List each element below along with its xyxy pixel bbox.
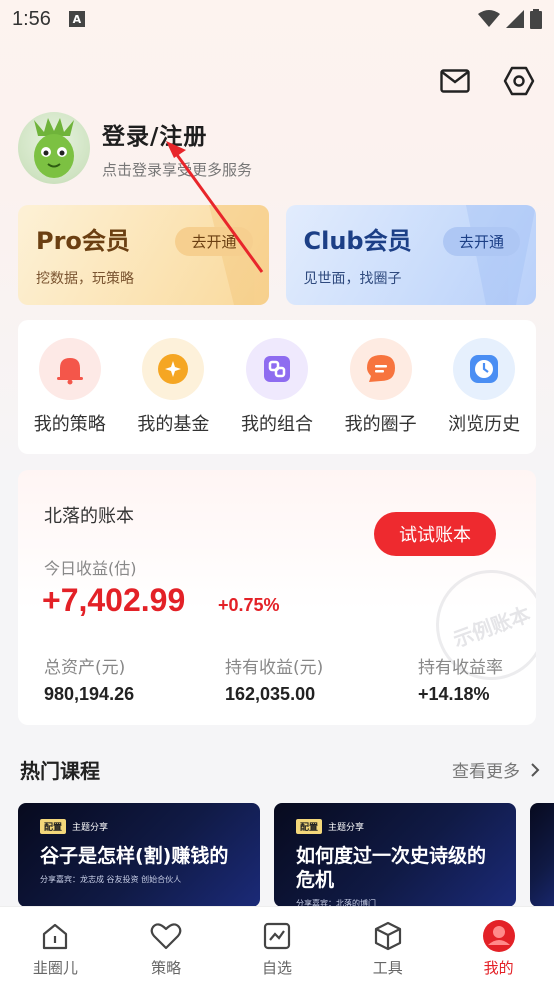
fund-coin-icon bbox=[142, 338, 205, 400]
course-card[interactable]: 配置 主题分享 谷子是怎样(割)赚钱的 分享嘉宾：龙志成 谷友投资 创始合伙人 bbox=[18, 803, 260, 907]
shortcut-my-fund[interactable]: 我的基金 bbox=[125, 338, 221, 454]
home-icon bbox=[38, 919, 72, 953]
tab-label: 工具 bbox=[372, 959, 403, 977]
settings-button[interactable] bbox=[502, 64, 536, 98]
tab-tools[interactable]: 工具 bbox=[348, 919, 428, 984]
tab-strategy[interactable]: 策略 bbox=[126, 919, 206, 984]
course-tag-label: 配置 bbox=[296, 819, 323, 834]
shortcut-grid: 我的策略 我的基金 我的组合 我的圈子 浏览历史 bbox=[18, 320, 536, 454]
box-icon bbox=[371, 919, 405, 953]
shortcut-label: 我的圈子 bbox=[344, 414, 417, 435]
clock-icon bbox=[453, 338, 516, 400]
stat-value: 980,194.26 bbox=[44, 684, 135, 704]
chat-bubble-icon bbox=[349, 338, 412, 400]
avatar-mascot-icon bbox=[34, 118, 74, 178]
profile-icon bbox=[482, 919, 516, 953]
course-guest: 分享嘉宾：龙志成 谷友投资 创始合伙人 bbox=[40, 875, 182, 884]
stat-value: +14.18% bbox=[418, 684, 490, 704]
today-earnings-percent: +0.75% bbox=[218, 595, 280, 615]
shortcut-label: 浏览历史 bbox=[448, 414, 521, 435]
tab-label: 我的 bbox=[483, 959, 514, 977]
login-title[interactable]: 登录/注册 bbox=[102, 117, 252, 151]
stat-label: 总资产(元) bbox=[44, 658, 126, 678]
see-more-link[interactable]: 查看更多 bbox=[452, 757, 540, 782]
course-list: 配置 主题分享 谷子是怎样(割)赚钱的 分享嘉宾：龙志成 谷友投资 创始合伙人 … bbox=[18, 803, 554, 907]
stat-holding-earnings: 持有收益(元) 162,035.00 bbox=[225, 653, 323, 705]
course-tag-label: 配置 bbox=[40, 819, 67, 834]
tab-label: 策略 bbox=[151, 959, 182, 977]
today-earnings-label: 今日收益(估) bbox=[44, 559, 137, 578]
course-topic: 主题分享 bbox=[328, 823, 365, 833]
bottom-tab-bar: 韭圈儿 策略 自选 工具 我的 bbox=[0, 906, 554, 984]
settings-hexagon-icon bbox=[503, 66, 535, 96]
shortcut-label: 我的组合 bbox=[240, 414, 313, 435]
message-button[interactable] bbox=[438, 64, 472, 98]
today-earnings-value: +7,402.99 bbox=[42, 582, 186, 618]
pro-activate-button[interactable]: 去开通 bbox=[175, 227, 253, 256]
login-subtitle: 点击登录享受更多服务 bbox=[102, 160, 253, 179]
stat-label: 持有收益率 bbox=[418, 658, 503, 678]
see-more-label: 查看更多 bbox=[452, 762, 520, 782]
course-title: 如何度过一次史诗级的危机 bbox=[296, 845, 487, 891]
course-card[interactable]: 配置 主题分享 如何度过一次史诗级的危机 分享嘉宾：北落的博门 bbox=[274, 803, 516, 907]
try-account-button[interactable]: 试试账本 bbox=[374, 512, 496, 556]
profile-login[interactable]: 登录/注册 点击登录享受更多服务 bbox=[18, 112, 252, 184]
stat-total-assets: 总资产(元) 980,194.26 bbox=[44, 653, 134, 705]
shortcut-my-circle[interactable]: 我的圈子 bbox=[333, 338, 429, 454]
battery-icon bbox=[530, 9, 542, 29]
club-activate-button[interactable]: 去开通 bbox=[442, 227, 520, 256]
pro-member-card[interactable]: Pro会员 挖数据，玩策略 去开通 bbox=[18, 205, 269, 305]
stat-label: 持有收益(元) bbox=[225, 658, 324, 678]
account-name: 北落的账本 bbox=[44, 506, 134, 527]
courses-title: 热门课程 bbox=[20, 759, 100, 783]
tab-label: 自选 bbox=[261, 959, 292, 977]
course-title: 谷子是怎样(割)赚钱的 bbox=[40, 845, 229, 867]
signal-icon bbox=[506, 10, 524, 28]
status-bar: 1:56 A bbox=[0, 0, 554, 38]
tab-label: 韭圈儿 bbox=[32, 959, 78, 977]
shortcut-history[interactable]: 浏览历史 bbox=[436, 338, 532, 454]
tab-watchlist[interactable]: 自选 bbox=[237, 919, 317, 984]
chevron-right-icon bbox=[531, 762, 540, 777]
status-time: 1:56 bbox=[12, 7, 51, 30]
courses-header: 热门课程 查看更多 bbox=[20, 755, 540, 784]
notification-badge-icon: A bbox=[68, 11, 85, 27]
bell-icon bbox=[38, 338, 101, 400]
wifi-icon bbox=[478, 10, 500, 27]
portfolio-icon bbox=[245, 338, 308, 400]
stat-holding-rate: 持有收益率 +14.18% bbox=[418, 653, 503, 705]
stat-value: 162,035.00 bbox=[225, 684, 316, 704]
heart-icon bbox=[149, 919, 183, 953]
club-member-card[interactable]: Club会员 见世面，找圈子 去开通 bbox=[285, 205, 536, 305]
tab-home[interactable]: 韭圈儿 bbox=[15, 919, 95, 984]
top-actions bbox=[438, 64, 536, 98]
shortcut-my-portfolio[interactable]: 我的组合 bbox=[229, 338, 325, 454]
course-tag: 配置 主题分享 bbox=[296, 819, 504, 834]
chart-icon bbox=[260, 919, 294, 953]
membership-row: Pro会员 挖数据，玩策略 去开通 Club会员 见世面，找圈子 去开通 bbox=[18, 205, 536, 305]
course-topic: 主题分享 bbox=[72, 823, 109, 833]
course-tag: 配置 主题分享 bbox=[40, 819, 248, 834]
account-book-card[interactable]: 示例账本 北落的账本 试试账本 今日收益(估) +7,402.99 +0.75%… bbox=[18, 470, 536, 725]
tab-mine[interactable]: 我的 bbox=[459, 919, 539, 984]
shortcut-label: 我的策略 bbox=[33, 414, 106, 435]
mail-icon bbox=[440, 69, 470, 93]
avatar[interactable] bbox=[18, 112, 90, 184]
shortcut-label: 我的基金 bbox=[137, 414, 210, 435]
course-card-partial[interactable] bbox=[530, 803, 554, 907]
shortcut-my-strategy[interactable]: 我的策略 bbox=[22, 338, 118, 454]
